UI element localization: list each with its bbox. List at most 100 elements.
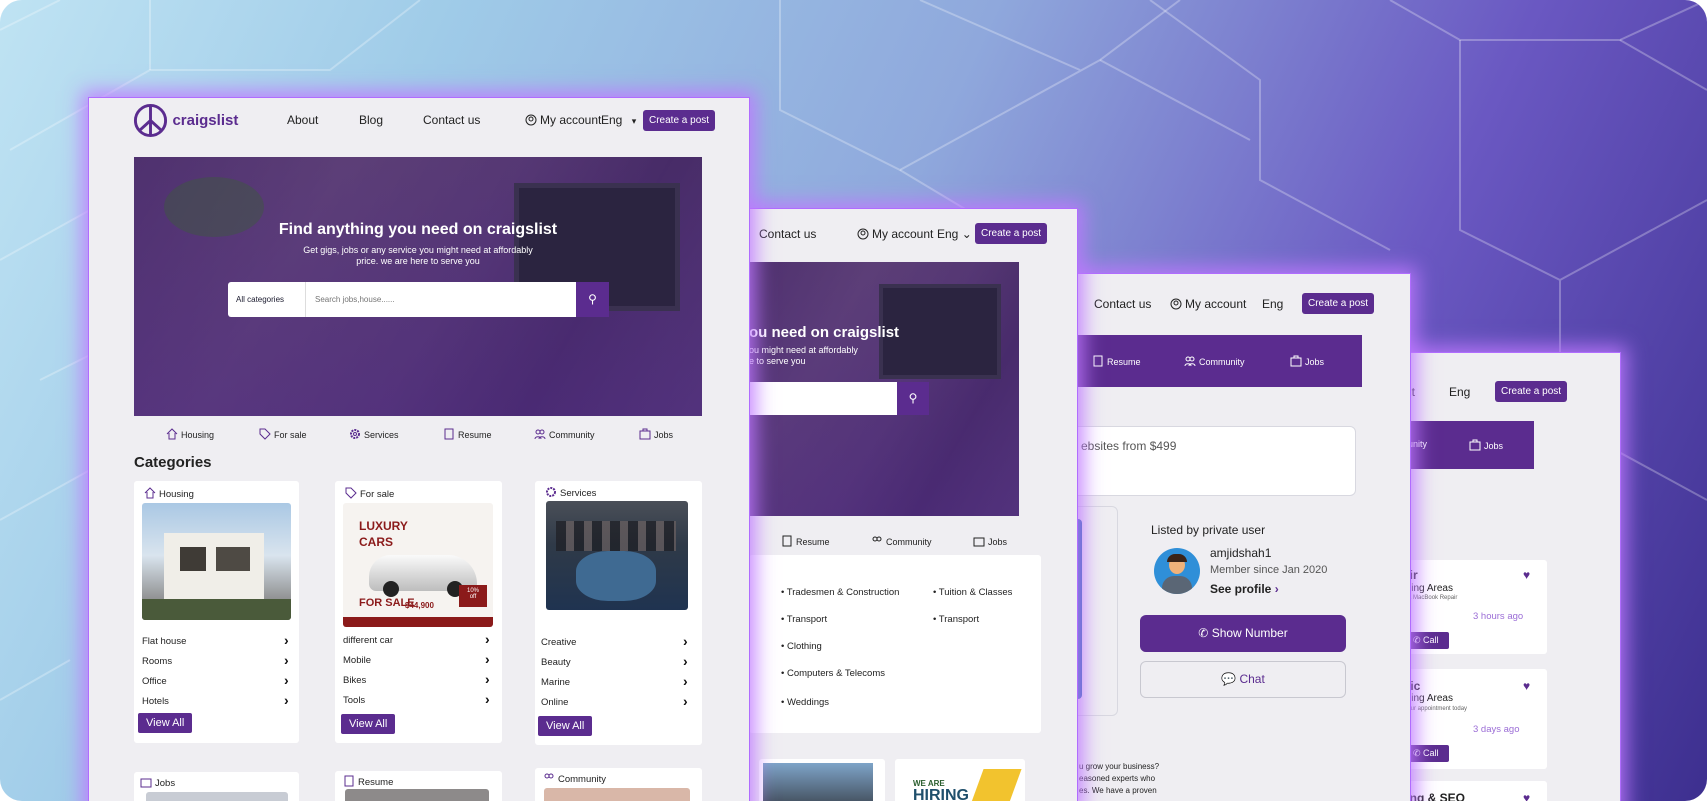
lang-select[interactable]: Eng ⌄ bbox=[937, 227, 972, 241]
subcategory-item[interactable]: • Tradesmen & Construction bbox=[781, 587, 899, 598]
category-item[interactable]: Mobile bbox=[343, 655, 371, 666]
service-services[interactable]: Services bbox=[349, 428, 399, 440]
see-profile-link[interactable]: See profile › bbox=[1210, 582, 1279, 596]
service-for-sale[interactable]: For sale bbox=[259, 428, 307, 440]
chevron-right-icon[interactable]: › bbox=[284, 632, 289, 648]
category-item[interactable]: different car bbox=[343, 635, 393, 646]
view-all-button[interactable]: View All bbox=[341, 714, 396, 734]
user-circle-icon bbox=[1170, 298, 1182, 310]
nav-my-account[interactable]: My account bbox=[525, 113, 601, 127]
nav-blog[interactable]: Blog bbox=[359, 113, 383, 127]
subcategory-item[interactable]: • Computers & Telecoms bbox=[781, 668, 885, 679]
listing-card[interactable]: hanic ounding Areas Book your appointmen… bbox=[1389, 669, 1547, 769]
my-account-label: My account bbox=[1185, 297, 1247, 311]
favorite-heart-icon[interactable]: ♥ bbox=[1523, 568, 1530, 582]
listing-card[interactable]: keting & SEO ♥ bbox=[1389, 781, 1547, 801]
category-item[interactable]: Hotels bbox=[142, 696, 169, 707]
nav-contact-us[interactable]: Contact us bbox=[423, 113, 480, 127]
category-item[interactable]: Marine bbox=[541, 677, 570, 688]
lang-select[interactable]: Eng bbox=[1449, 385, 1470, 399]
subcategory-item[interactable]: • Weddings bbox=[781, 697, 829, 708]
chevron-right-icon[interactable]: › bbox=[485, 691, 490, 707]
service-for-sale-label: For sale bbox=[274, 430, 307, 440]
hiring-thumbnail[interactable]: WE ARE HIRING bbox=[895, 759, 1025, 801]
category-item[interactable]: Beauty bbox=[541, 657, 571, 668]
favorite-heart-icon[interactable]: ♥ bbox=[1523, 791, 1530, 801]
card-title: For sale bbox=[345, 487, 394, 500]
housing-image[interactable] bbox=[142, 503, 291, 620]
listing-detail-mockup: Contact us My account Eng Create a post … bbox=[1075, 273, 1411, 801]
service-housing[interactable]: Housing bbox=[166, 428, 214, 440]
search-button[interactable]: ⚲ bbox=[897, 382, 929, 415]
create-post-button[interactable]: Create a post bbox=[643, 110, 716, 131]
services-image[interactable] bbox=[546, 501, 688, 610]
category-item[interactable]: Bikes bbox=[343, 675, 366, 686]
category-item[interactable]: Tools bbox=[343, 695, 365, 706]
category-item[interactable]: Flat house bbox=[142, 636, 186, 647]
service-resume[interactable]: Resume bbox=[443, 428, 492, 440]
service-jobs[interactable]: Jobs bbox=[639, 428, 673, 440]
ad-banner[interactable]: ebsites from $499 bbox=[1076, 426, 1356, 496]
create-post-button[interactable]: Create a post bbox=[975, 223, 1048, 244]
avatar[interactable] bbox=[1154, 548, 1200, 594]
category-item[interactable]: Creative bbox=[541, 637, 576, 648]
view-all-button[interactable]: View All bbox=[138, 713, 193, 733]
category-item[interactable]: Online bbox=[541, 697, 568, 708]
service-resume[interactable]: Resume bbox=[1092, 355, 1141, 367]
view-all-button[interactable]: View All bbox=[538, 716, 593, 736]
listing-thumbnail[interactable] bbox=[759, 759, 885, 801]
service-resume[interactable]: Resume bbox=[781, 535, 830, 547]
nav-my-account[interactable]: My account bbox=[1170, 297, 1246, 311]
card-title: Community bbox=[543, 772, 606, 785]
lang-select[interactable]: Eng bbox=[1262, 297, 1283, 311]
subcategory-item[interactable]: • Clothing bbox=[781, 641, 822, 652]
nav-my-account[interactable]: My account bbox=[857, 227, 933, 241]
hero-subtitle: Get gigs, jobs or any service you might … bbox=[303, 245, 533, 255]
hero-title: ou need on craigslist bbox=[749, 324, 900, 341]
lang-select[interactable]: Eng ▾ bbox=[601, 113, 636, 127]
chevron-right-icon[interactable]: › bbox=[683, 633, 688, 649]
subcategory-item[interactable]: • Tuition & Classes bbox=[933, 587, 1012, 598]
chevron-right-icon[interactable]: › bbox=[683, 673, 688, 689]
favorite-heart-icon[interactable]: ♥ bbox=[1523, 679, 1530, 693]
chevron-right-icon[interactable]: › bbox=[284, 652, 289, 668]
search-input[interactable] bbox=[306, 282, 576, 317]
nav-contact-us[interactable]: Contact us bbox=[1094, 297, 1151, 311]
create-post-button[interactable]: Create a post bbox=[1302, 293, 1375, 314]
category-select[interactable]: All categories bbox=[228, 282, 306, 317]
user-circle-icon bbox=[525, 114, 537, 126]
chevron-right-icon[interactable]: › bbox=[284, 672, 289, 688]
logo[interactable]: craigslist bbox=[133, 103, 238, 138]
nav-contact-us[interactable]: Contact us bbox=[759, 227, 816, 241]
chevron-right-icon[interactable]: › bbox=[485, 631, 490, 647]
chevron-right-icon[interactable]: › bbox=[683, 693, 688, 709]
peace-logo-icon bbox=[133, 103, 168, 138]
create-post-button[interactable]: Create a post bbox=[1495, 381, 1568, 402]
lang-label: Eng bbox=[937, 227, 959, 241]
chevron-down-icon: ▾ bbox=[631, 116, 637, 126]
service-jobs[interactable]: Jobs bbox=[973, 535, 1007, 547]
search-input[interactable] bbox=[749, 382, 897, 415]
category-item[interactable]: Rooms bbox=[142, 656, 172, 667]
service-resume-label: Resume bbox=[1107, 357, 1141, 367]
chevron-right-icon[interactable]: › bbox=[485, 651, 490, 667]
show-number-button[interactable]: ✆ Show Number bbox=[1140, 615, 1346, 652]
service-jobs[interactable]: Jobs bbox=[1290, 355, 1324, 367]
subcategory-item[interactable]: • Transport bbox=[933, 614, 979, 625]
card-title-label: For sale bbox=[360, 489, 395, 500]
nav-about[interactable]: About bbox=[287, 113, 318, 127]
category-item[interactable]: Office bbox=[142, 676, 167, 687]
service-jobs[interactable]: Jobs bbox=[1469, 439, 1503, 451]
chat-button[interactable]: 💬 Chat bbox=[1140, 661, 1346, 698]
car-ad-image[interactable]: LUXURY CARS FOR SALE $44,900 10% off bbox=[343, 503, 493, 627]
chevron-right-icon[interactable]: › bbox=[284, 692, 289, 708]
subcategory-item[interactable]: • Transport bbox=[781, 614, 827, 625]
category-card-community: Community bbox=[535, 768, 702, 801]
search-button[interactable]: ⚲ bbox=[576, 282, 609, 317]
service-community[interactable]: Community bbox=[871, 535, 932, 547]
service-community[interactable]: Community bbox=[1184, 355, 1245, 367]
chevron-right-icon[interactable]: › bbox=[683, 653, 688, 669]
service-community[interactable]: Community bbox=[534, 428, 595, 440]
chevron-right-icon[interactable]: › bbox=[485, 671, 490, 687]
listing-card[interactable]: epair ounding Areas ndroid & MacBook Rep… bbox=[1389, 560, 1547, 654]
